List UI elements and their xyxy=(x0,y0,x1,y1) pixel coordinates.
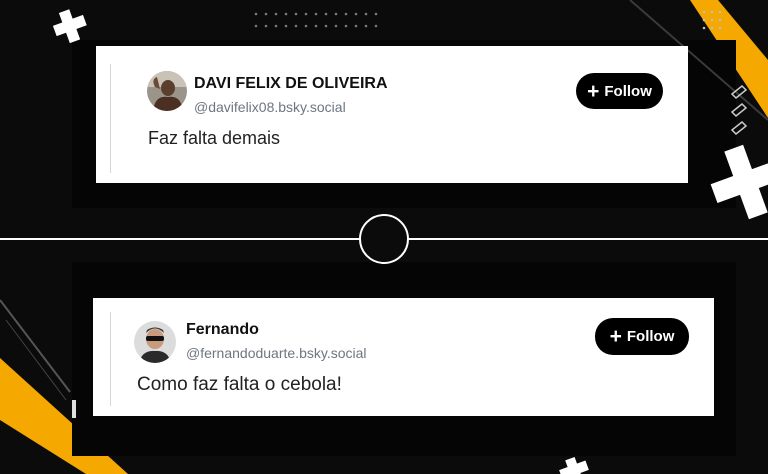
plus-shape-bottom xyxy=(559,457,589,474)
author-handle[interactable]: @davifelix08.bsky.social xyxy=(194,99,346,115)
author-name[interactable]: DAVI FELIX DE OLIVEIRA xyxy=(194,75,388,93)
avatar[interactable] xyxy=(134,321,176,363)
post-card: Fernando @fernandoduarte.bsky.social Com… xyxy=(93,298,714,416)
follow-button[interactable]: + Follow xyxy=(576,73,663,109)
card-left-rule xyxy=(110,64,111,173)
post-text: Faz falta demais xyxy=(148,128,281,148)
avatar[interactable] xyxy=(147,71,187,111)
follow-button-label: Follow xyxy=(626,328,675,345)
deco-bar xyxy=(72,400,76,418)
card-left-rule xyxy=(110,312,111,406)
avatar-image xyxy=(134,321,176,363)
plus-icon: + xyxy=(587,79,600,103)
divider-circle xyxy=(359,214,409,264)
follow-button-label: Follow xyxy=(604,82,652,100)
plus-icon: + xyxy=(609,325,622,348)
post-text: Como faz falta o cebola! xyxy=(137,374,342,395)
author-handle[interactable]: @fernandoduarte.bsky.social xyxy=(186,345,367,361)
dot-grid-top xyxy=(254,12,378,28)
author-name[interactable]: Fernando xyxy=(186,321,259,339)
follow-button[interactable]: + Follow xyxy=(595,318,689,355)
avatar-image xyxy=(147,71,187,111)
post-card: DAVI FELIX DE OLIVEIRA @davifelix08.bsky… xyxy=(96,46,688,183)
